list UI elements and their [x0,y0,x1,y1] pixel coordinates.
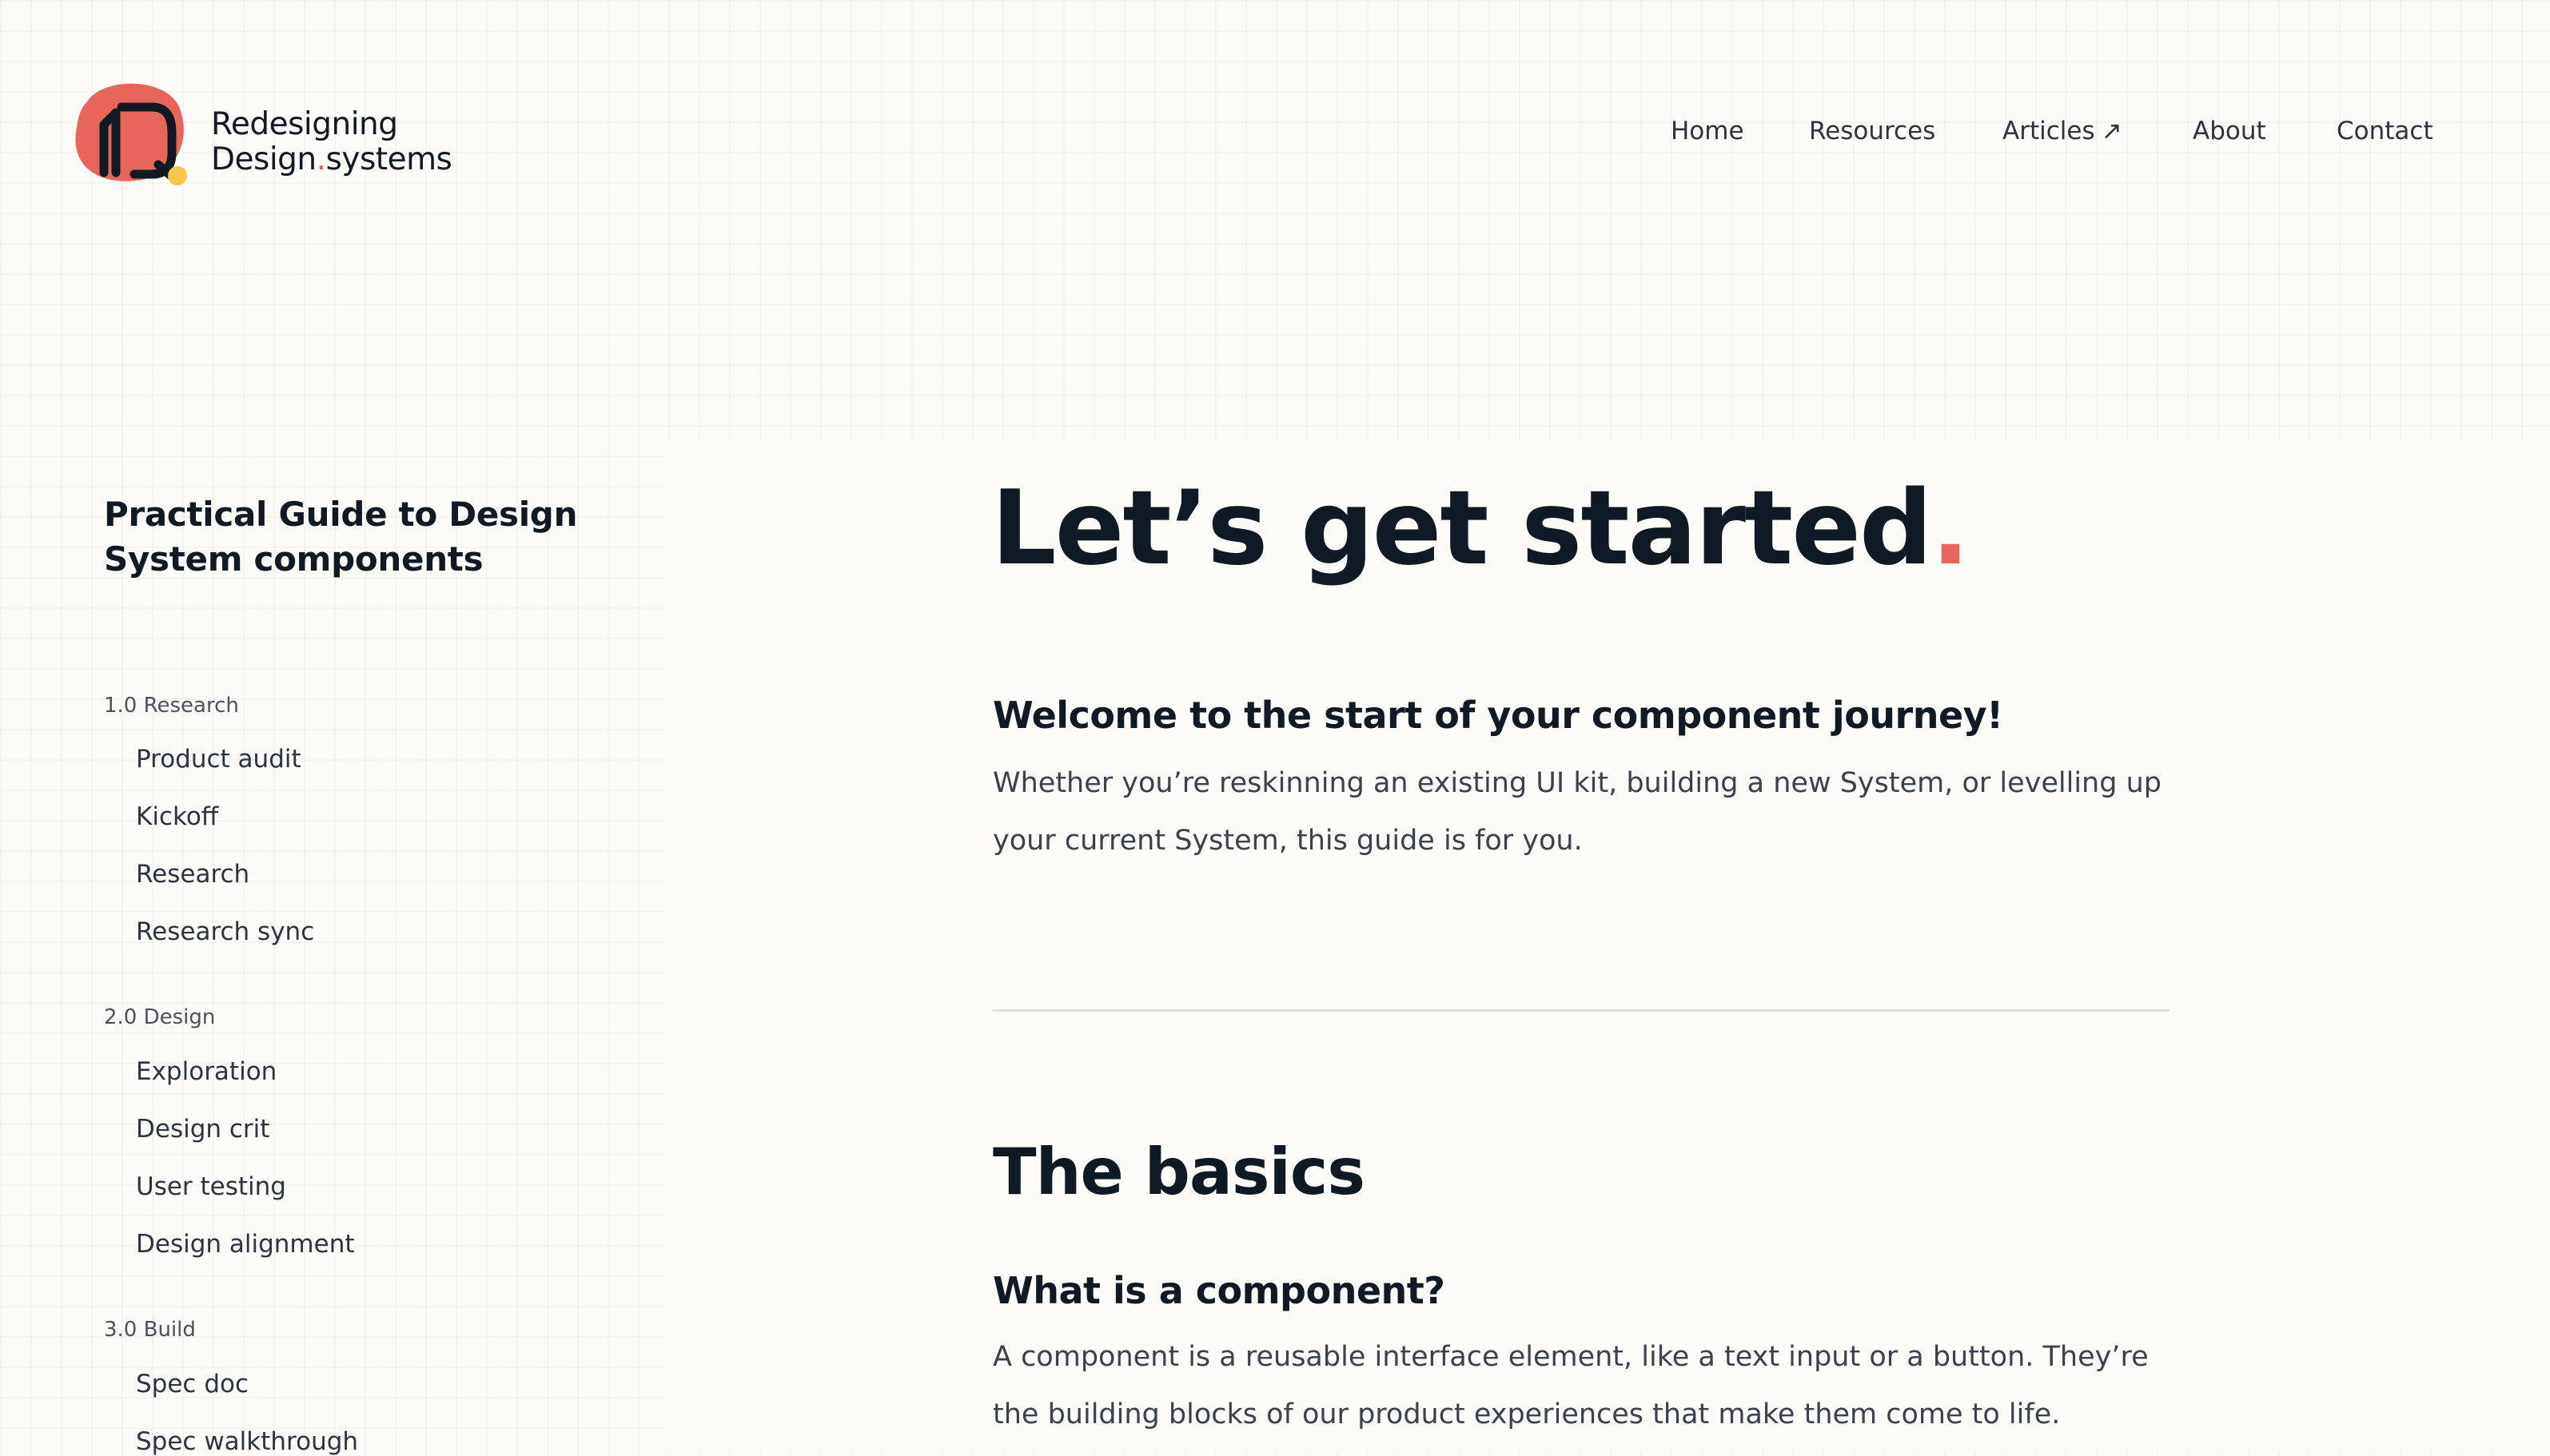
nav-about[interactable]: About [2193,117,2266,145]
page-title: Let’s get started. [991,465,1970,593]
nav-resources[interactable]: Resources [1809,117,1935,145]
sidebar-item-spec-doc[interactable]: Spec doc [136,1370,249,1398]
page-title-text: Let’s get started [991,469,1933,588]
sidebar-item-exploration[interactable]: Exploration [136,1057,277,1086]
section-label-design: 2.0 Design [104,1005,216,1029]
section-divider [993,1009,2169,1012]
welcome-paragraph: Whether you’re reskinning an existing UI… [993,767,2162,857]
sidebar-item-user-testing[interactable]: User testing [136,1172,286,1201]
sidebar-item-design-alignment[interactable]: Design alignment [136,1230,355,1259]
section-label-research: 1.0 Research [104,694,239,718]
brand-name[interactable]: Redesigning Design.systems [211,107,452,177]
sidebar-item-product-audit[interactable]: Product audit [136,745,301,774]
nav-home[interactable]: Home [1671,117,1744,145]
sidebar-item-spec-walkthrough[interactable]: Spec walkthrough [136,1427,358,1456]
sidebar-item-research[interactable]: Research [136,860,249,889]
nav-contact[interactable]: Contact [2337,117,2433,145]
sidebar-item-design-crit[interactable]: Design crit [136,1115,269,1144]
sidebar-item-research-sync[interactable]: Research sync [136,917,314,946]
nav-articles[interactable]: Articles ↗ [2002,117,2122,145]
brand-line-2-b: systems [325,141,452,177]
brand-dot: . [316,141,326,177]
redesigning-design-systems-logo [75,83,187,185]
page-title-dot: . [1930,469,1970,588]
brand-line-1: Redesigning [211,106,398,142]
component-paragraph: A component is a reusable interface elem… [993,1341,2149,1430]
component-heading: What is a component? [993,1269,1445,1312]
welcome-heading: Welcome to the start of your component j… [993,694,2003,737]
basics-heading: The basics [993,1135,1365,1209]
nav-articles-label: Articles [2002,117,2095,145]
sidebar-item-kickoff[interactable]: Kickoff [136,802,218,831]
guide-title: Practical Guide to Design System compone… [104,495,578,579]
external-arrow-icon: ↗ [2101,117,2122,145]
brand-line-2: Design.systems [211,142,452,177]
section-label-build: 3.0 Build [104,1318,196,1342]
brand-line-2-a: Design [211,141,317,177]
